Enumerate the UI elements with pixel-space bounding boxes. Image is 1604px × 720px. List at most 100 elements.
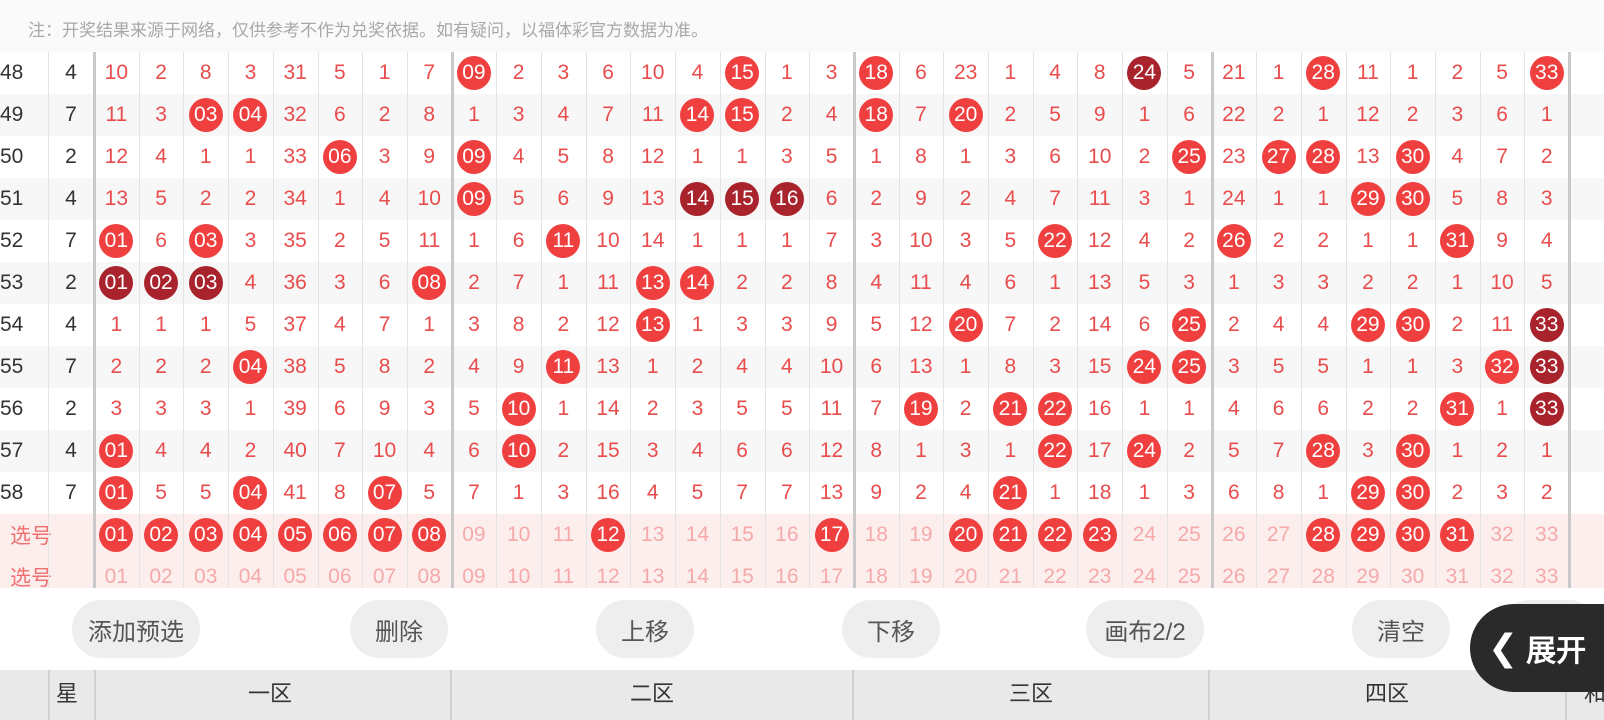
select-number[interactable]: 28 xyxy=(1301,556,1346,588)
select-number[interactable]: 05 xyxy=(273,556,318,588)
draw-week: 7 xyxy=(65,481,77,504)
select-number[interactable]: 18 xyxy=(854,556,899,588)
select-number[interactable]: 30 xyxy=(1390,556,1435,588)
select-number[interactable]: 06 xyxy=(318,514,363,556)
select-number[interactable]: 33 xyxy=(1524,514,1569,556)
select-number[interactable]: 01 xyxy=(94,514,139,556)
select-number[interactable]: 28 xyxy=(1301,514,1346,556)
select-number[interactable]: 13 xyxy=(630,514,675,556)
select-number[interactable]: 15 xyxy=(720,514,765,556)
select-number[interactable]: 25 xyxy=(1167,556,1212,588)
select-number[interactable]: 29 xyxy=(1346,556,1391,588)
omission-number: 3 xyxy=(691,397,704,420)
omission-number: 13 xyxy=(641,187,665,210)
select-number[interactable]: 31 xyxy=(1435,556,1480,588)
select-number[interactable]: 23 xyxy=(1077,514,1122,556)
clear-button[interactable]: 清空 xyxy=(1352,600,1450,658)
select-number[interactable]: 03 xyxy=(183,556,228,588)
omission-number: 10 xyxy=(417,187,441,210)
select-number[interactable]: 32 xyxy=(1480,514,1525,556)
select-number[interactable]: 24 xyxy=(1122,514,1167,556)
select-number[interactable]: 06 xyxy=(318,556,363,588)
select-number[interactable]: 07 xyxy=(362,556,407,588)
ball-number: 24 xyxy=(1122,430,1167,472)
select-number[interactable]: 16 xyxy=(765,514,810,556)
omission-number: 2 xyxy=(1451,313,1464,336)
select-number[interactable]: 13 xyxy=(630,556,675,588)
select-number[interactable]: 17 xyxy=(809,514,854,556)
move-up-button[interactable]: 上移 xyxy=(596,600,694,658)
select-number[interactable]: 25 xyxy=(1167,514,1212,556)
select-number[interactable]: 27 xyxy=(1256,556,1301,588)
omission-number: 7 xyxy=(512,271,525,294)
select-number[interactable]: 04 xyxy=(228,514,273,556)
move-down-button[interactable]: 下移 xyxy=(842,600,940,658)
select-number[interactable]: 10 xyxy=(496,514,541,556)
select-number[interactable]: 09 xyxy=(452,514,497,556)
omission-number: 3 xyxy=(110,397,123,420)
select-number[interactable]: 21 xyxy=(988,514,1033,556)
select-number[interactable]: 11 xyxy=(541,556,586,588)
select-number[interactable]: 04 xyxy=(228,556,273,588)
select-number[interactable]: 32 xyxy=(1480,556,1525,588)
select-number[interactable]: 26 xyxy=(1212,556,1257,588)
select-number[interactable]: 15 xyxy=(720,556,765,588)
select-number[interactable]: 05 xyxy=(273,514,318,556)
history-grid[interactable]: 48 4 10 2 8 3 31 5 1 7 09 2 3 6 10 4 15 1 3 18 6 23 1 4 8 24 5 21 1 2… xyxy=(0,40,1604,588)
select-number[interactable]: 26 xyxy=(1212,514,1257,556)
select-number[interactable]: 31 xyxy=(1435,514,1480,556)
select-number[interactable]: 14 xyxy=(675,556,720,588)
select-number[interactable]: 27 xyxy=(1256,514,1301,556)
select-number[interactable]: 20 xyxy=(943,514,988,556)
expand-button[interactable]: ❮ 展开 xyxy=(1470,604,1604,692)
select-number[interactable]: 33 xyxy=(1524,556,1569,588)
canvas-page-button[interactable]: 画布2/2 xyxy=(1086,600,1204,658)
select-number[interactable]: 02 xyxy=(139,514,184,556)
select-number[interactable]: 24 xyxy=(1122,556,1167,588)
select-number[interactable]: 03 xyxy=(183,514,228,556)
select-number[interactable]: 16 xyxy=(765,556,810,588)
notice-text: 注：开奖结果来源于网络，仅供参考不作为兑奖依据。如有疑问，以福体彩官方数据为准。 xyxy=(28,21,708,40)
ball-label: 21 xyxy=(993,392,1028,426)
ball-label: 24 xyxy=(1127,56,1162,90)
add-preselect-button[interactable]: 添加预选 xyxy=(72,600,200,658)
ball-number: 04 xyxy=(228,94,273,136)
select-number[interactable]: 21 xyxy=(988,556,1033,588)
omission-number: 4 xyxy=(1138,229,1151,252)
select-number[interactable]: 29 xyxy=(1346,514,1391,556)
select-number[interactable]: 22 xyxy=(1033,556,1078,588)
select-number[interactable]: 08 xyxy=(407,514,452,556)
select-number[interactable]: 08 xyxy=(407,556,452,588)
select-number[interactable]: 19 xyxy=(899,556,944,588)
omission-number: 32 xyxy=(283,103,307,126)
select-row[interactable]: 选号 01 02 03 04 05 06 07 08 09 10 11 12 13 14 15 16 17 18 19… xyxy=(0,556,1604,588)
select-number[interactable]: 12 xyxy=(586,556,631,588)
omission-number: 6 xyxy=(334,103,346,126)
omission-number: 1 xyxy=(691,313,704,336)
select-number[interactable]: 01 xyxy=(94,556,139,588)
select-number[interactable]: 10 xyxy=(496,556,541,588)
omission-number: 11 xyxy=(418,229,441,252)
delete-button[interactable]: 删除 xyxy=(350,600,448,658)
omission-number: 1 xyxy=(155,313,167,336)
select-number[interactable]: 09 xyxy=(452,556,497,588)
omission-number: 2 xyxy=(199,187,212,210)
select-number[interactable]: 11 xyxy=(541,514,586,556)
select-number[interactable]: 17 xyxy=(809,556,854,588)
select-number[interactable]: 20 xyxy=(943,556,988,588)
select-row[interactable]: 选号 01 02 03 04 05 06 07 08 09 10 11 12 13 14 15 16 17 18 19… xyxy=(0,514,1604,556)
select-number[interactable]: 14 xyxy=(675,514,720,556)
ball-label: 24 xyxy=(1127,434,1162,468)
grid-line xyxy=(852,40,856,588)
select-number[interactable]: 07 xyxy=(362,514,407,556)
select-number[interactable]: 22 xyxy=(1033,514,1078,556)
omission-number: 8 xyxy=(870,439,883,462)
select-number[interactable]: 19 xyxy=(899,514,944,556)
omission-number: 11 xyxy=(105,103,128,126)
select-number[interactable]: 12 xyxy=(586,514,631,556)
omission-number: 11 xyxy=(820,397,843,420)
select-number[interactable]: 02 xyxy=(139,556,184,588)
select-number[interactable]: 18 xyxy=(854,514,899,556)
select-number[interactable]: 30 xyxy=(1390,514,1435,556)
select-number[interactable]: 23 xyxy=(1077,556,1122,588)
